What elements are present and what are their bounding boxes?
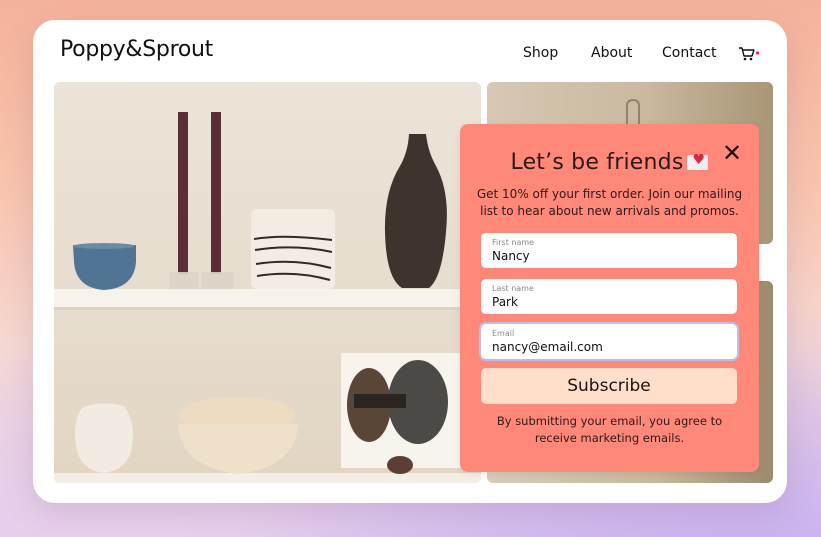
subscribe-button[interactable]: Subscribe (481, 368, 737, 404)
hero-image-shelves[interactable] (54, 82, 481, 483)
nav-link-about[interactable]: About (591, 45, 632, 61)
love-letter-icon (687, 152, 709, 170)
stone (387, 456, 413, 474)
first-name-input[interactable] (492, 249, 726, 264)
first-name-label: First name (492, 238, 535, 247)
candle-right (211, 112, 221, 274)
shelf-bottom (54, 473, 481, 483)
shopping-cart-icon[interactable] (738, 46, 760, 62)
site-logo[interactable]: Poppy&Sprout (60, 37, 213, 62)
blue-bowl (73, 245, 136, 290)
popup-title: Let’s be friends (460, 150, 759, 175)
candle-left (178, 112, 188, 274)
popup-title-text: Let’s be friends (510, 150, 684, 175)
newsletter-popup: Let’s be friends ✕ Get 10% off your firs… (460, 124, 759, 472)
last-name-field[interactable]: Last name (481, 279, 737, 314)
shelf-top (54, 289, 464, 307)
close-icon[interactable]: ✕ (722, 141, 742, 165)
last-name-label: Last name (492, 284, 534, 293)
white-vase (74, 403, 133, 473)
cart-badge-dot (755, 51, 760, 55)
last-name-input[interactable] (492, 295, 726, 310)
disclaimer-text: By submitting your email, you agree to r… (496, 414, 723, 445)
wall-hook (626, 98, 640, 124)
email-label: Email (492, 329, 515, 338)
popup-subtitle: Get 10% off your first order. Join our m… (476, 187, 743, 218)
nav-link-shop[interactable]: Shop (523, 45, 558, 61)
email-field[interactable]: Email (481, 324, 737, 359)
nav-link-contact[interactable]: Contact (662, 45, 716, 61)
dark-vase (384, 134, 447, 288)
lidded-bowl (178, 424, 298, 474)
first-name-field[interactable]: First name (481, 233, 737, 268)
email-input[interactable] (492, 340, 726, 355)
